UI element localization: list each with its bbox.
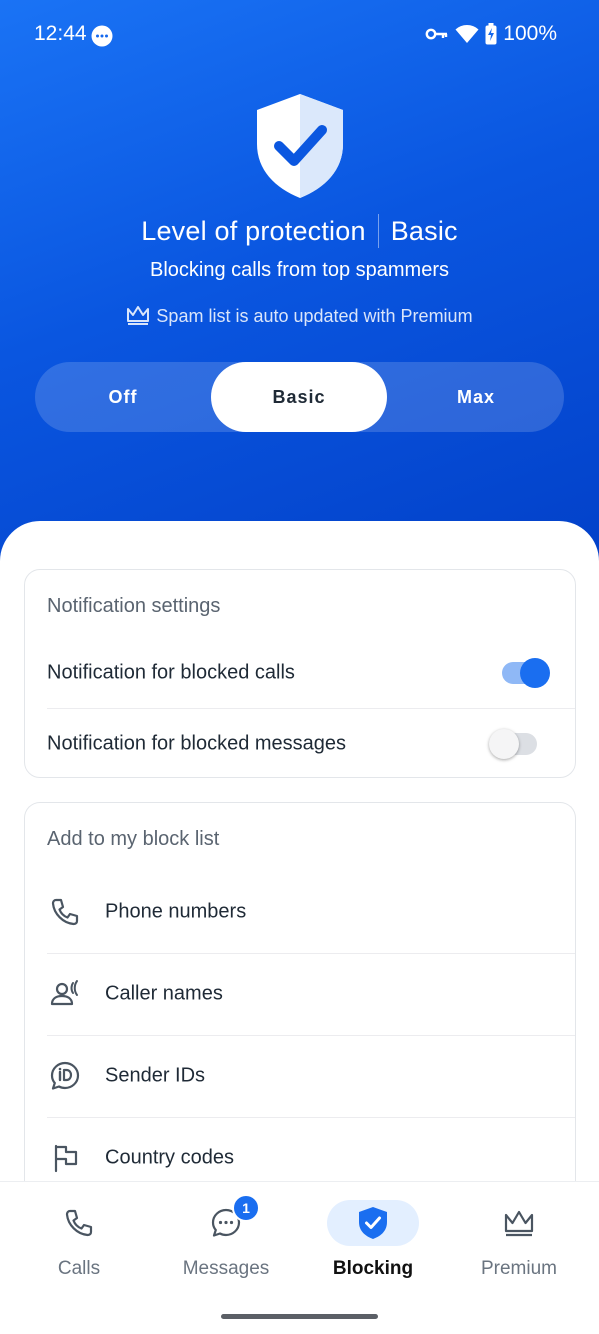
shield-check-icon: [359, 1207, 387, 1239]
vpn-key-icon: [425, 28, 448, 40]
home-indicator[interactable]: [221, 1314, 378, 1319]
phone-icon: [51, 898, 79, 926]
wifi-icon: [455, 25, 479, 43]
blocked-messages-notification-label: Notification for blocked messages: [47, 732, 347, 755]
block-list-card: Add to my block list Phone numbers Calle…: [24, 802, 576, 1223]
blocked-calls-notification-row[interactable]: Notification for blocked calls: [47, 638, 575, 708]
level-label: Level of protection: [141, 216, 366, 247]
block-caller-names-row[interactable]: Caller names: [47, 959, 575, 1029]
divider: [47, 1035, 575, 1036]
block-country-codes-label: Country codes: [105, 1146, 234, 1169]
nav-blocking[interactable]: Blocking: [298, 1182, 448, 1292]
nav-messages-icon-wrap: 1: [180, 1194, 272, 1246]
segment-basic[interactable]: Basic: [211, 362, 387, 432]
blocked-messages-notification-row[interactable]: Notification for blocked messages: [47, 709, 575, 779]
nav-calls[interactable]: Calls: [4, 1182, 154, 1292]
bottom-navigation: Calls 1 Messages Blocking Premium: [0, 1181, 599, 1334]
nav-premium-icon-wrap: [473, 1200, 565, 1246]
unread-badge: 1: [232, 1194, 260, 1222]
notification-settings-title: Notification settings: [47, 595, 221, 617]
crown-icon: [504, 1210, 534, 1237]
nav-messages[interactable]: 1 Messages: [151, 1182, 301, 1292]
divider: [47, 1117, 575, 1118]
shield-check-icon: [257, 94, 343, 198]
caller-name-icon: [50, 980, 78, 1006]
status-icons: 100%: [425, 22, 557, 46]
message-notification-icon: [91, 25, 113, 47]
status-bar: 12:44 100%: [0, 0, 599, 70]
battery-charging-icon: [485, 23, 497, 45]
nav-premium-label: Premium: [480, 1258, 557, 1279]
protection-level-selector: Off Basic Max: [35, 362, 564, 432]
level-value: Basic: [390, 216, 458, 247]
segment-off[interactable]: Off: [35, 362, 211, 432]
block-caller-names-label: Caller names: [105, 982, 223, 1005]
block-phone-numbers-row[interactable]: Phone numbers: [47, 877, 575, 947]
segment-max[interactable]: Max: [388, 362, 564, 432]
nav-messages-label: Messages: [182, 1258, 270, 1279]
crown-icon: [127, 306, 150, 325]
nav-blocking-icon-wrap: [327, 1200, 419, 1246]
protection-level-title: Level of protection Basic: [0, 214, 599, 250]
nav-calls-label: Calls: [57, 1258, 101, 1279]
block-phone-numbers-label: Phone numbers: [105, 900, 247, 923]
nav-premium[interactable]: Premium: [444, 1182, 594, 1292]
protection-subtitle: Blocking calls from top spammers: [150, 259, 449, 281]
flag-icon: [54, 1144, 78, 1173]
divider: [47, 953, 575, 954]
block-list-title: Add to my block list: [47, 828, 220, 850]
status-time: 12:44: [34, 22, 87, 45]
blocked-calls-notification-toggle[interactable]: [502, 658, 550, 688]
premium-note: Spam list is auto updated with Premium: [0, 304, 599, 327]
toggle-knob: [520, 658, 550, 688]
nav-blocking-label: Blocking: [332, 1258, 414, 1279]
notification-settings-card: Notification settings Notification for b…: [24, 569, 576, 778]
blocked-calls-notification-label: Notification for blocked calls: [47, 661, 295, 684]
protection-header: 12:44 100% Level of protection Basic Blo…: [0, 0, 599, 580]
blocked-messages-notification-toggle[interactable]: [489, 729, 537, 759]
premium-note-text: Spam list is auto updated with Premium: [156, 306, 473, 326]
divider: [377, 214, 379, 248]
phone-icon: [65, 1209, 93, 1237]
battery-percent: 100%: [503, 22, 557, 45]
toggle-knob: [489, 729, 519, 759]
sender-id-icon: [50, 1061, 80, 1090]
block-sender-ids-label: Sender IDs: [105, 1064, 206, 1087]
block-sender-ids-row[interactable]: Sender IDs: [47, 1041, 575, 1111]
nav-calls-icon-wrap: [33, 1200, 125, 1246]
